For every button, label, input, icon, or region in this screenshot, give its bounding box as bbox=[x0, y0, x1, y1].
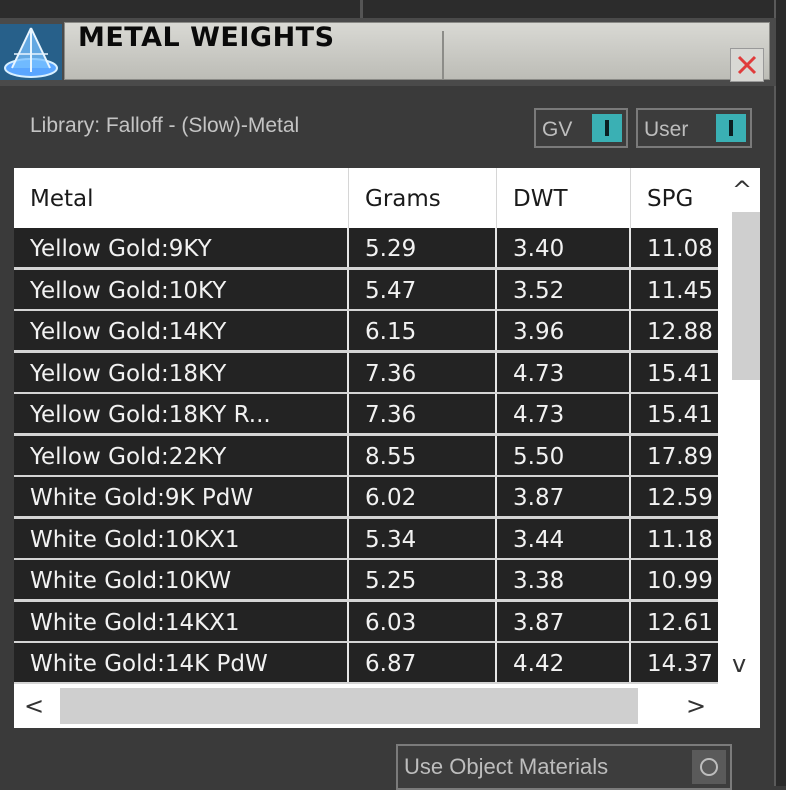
spg-cell: 12.61 bbox=[647, 610, 713, 636]
dwt-cell: 3.44 bbox=[497, 519, 631, 558]
spg-cell: 11.18 bbox=[647, 527, 713, 553]
scroll-down-icon[interactable]: v bbox=[732, 652, 746, 676]
table-row[interactable]: Yellow Gold:9KY 5.29 3.40 11.08 bbox=[14, 228, 718, 267]
metal-cell: White Gold:14KX1 bbox=[14, 602, 349, 641]
circle-icon bbox=[700, 758, 718, 776]
vertical-scroll-thumb[interactable] bbox=[732, 212, 760, 380]
dwt-cell: 3.40 bbox=[497, 228, 631, 267]
column-header-spg[interactable]: SPG bbox=[631, 168, 718, 228]
grams-cell: 5.25 bbox=[349, 560, 497, 599]
window-right-edge bbox=[776, 0, 786, 786]
dwt-cell: 5.50 bbox=[497, 436, 631, 475]
column-header-grams[interactable]: Grams bbox=[349, 168, 497, 228]
spg-cell: 11.45 bbox=[647, 278, 713, 304]
use-object-materials-toggle[interactable]: Use Object Materials bbox=[396, 744, 732, 790]
user-toggle-label: User bbox=[644, 118, 689, 141]
table-row[interactable]: Yellow Gold:18KY R... 7.36 4.73 15.41 bbox=[14, 394, 718, 433]
grams-cell: 7.36 bbox=[349, 394, 497, 433]
metal-cell: Yellow Gold:22KY bbox=[14, 436, 349, 475]
gv-toggle-switch[interactable] bbox=[592, 114, 622, 142]
table-row[interactable]: Yellow Gold:22KY 8.55 5.50 17.89 bbox=[14, 436, 718, 475]
spg-cell: 15.41 bbox=[647, 402, 713, 428]
spg-cell: 15.41 bbox=[647, 361, 713, 387]
metal-weights-table: Metal Grams DWT SPG Yellow Gold:9KY 5.29 3… bbox=[14, 168, 760, 728]
table-row[interactable]: White Gold:10KX1 5.34 3.44 11.18 bbox=[14, 519, 718, 558]
grams-cell: 6.15 bbox=[349, 311, 497, 350]
metal-cell: Yellow Gold:10KY bbox=[14, 270, 349, 309]
close-button[interactable] bbox=[730, 48, 764, 82]
table-row[interactable]: White Gold:9K PdW 6.02 3.87 12.59 bbox=[14, 477, 718, 516]
grams-cell: 6.87 bbox=[349, 643, 497, 682]
dwt-cell: 4.42 bbox=[497, 643, 631, 682]
metal-cell: White Gold:10KW bbox=[14, 560, 349, 599]
spg-cell: 12.59 bbox=[647, 485, 713, 511]
spg-cell: 11.08 bbox=[647, 236, 713, 262]
scroll-up-icon[interactable]: ^ bbox=[732, 178, 752, 202]
grams-cell: 6.02 bbox=[349, 477, 497, 516]
user-toggle-switch[interactable] bbox=[716, 114, 746, 142]
metal-cell: Yellow Gold:14KY bbox=[14, 311, 349, 350]
dwt-cell: 3.96 bbox=[497, 311, 631, 350]
grams-cell: 7.36 bbox=[349, 353, 497, 392]
title-separator bbox=[442, 31, 444, 79]
metal-cell: Yellow Gold:9KY bbox=[14, 228, 349, 267]
metal-cell: White Gold:14K PdW bbox=[14, 643, 349, 682]
spg-cell: 10.99 bbox=[647, 568, 713, 594]
library-label: Library: Falloff - (Slow)-Metal bbox=[30, 114, 300, 137]
table-header: Metal Grams DWT SPG bbox=[14, 168, 718, 228]
scroll-left-icon[interactable]: < bbox=[24, 694, 44, 718]
metal-weights-app-icon bbox=[0, 24, 62, 80]
scroll-right-icon[interactable]: > bbox=[686, 694, 706, 718]
window-top-edge bbox=[0, 0, 786, 18]
dwt-cell: 4.73 bbox=[497, 353, 631, 392]
table-row[interactable]: Yellow Gold:14KY 6.15 3.96 12.88 bbox=[14, 311, 718, 350]
window-top-divider bbox=[360, 0, 363, 18]
use-object-materials-switch[interactable] bbox=[692, 750, 726, 784]
table-body: Yellow Gold:9KY 5.29 3.40 11.08 Yellow Gold:… bbox=[14, 228, 718, 684]
metal-cell: White Gold:9K PdW bbox=[14, 477, 349, 516]
grams-cell: 6.03 bbox=[349, 602, 497, 641]
vertical-scrollbar[interactable]: ^ v bbox=[718, 168, 760, 684]
dwt-cell: 3.87 bbox=[497, 477, 631, 516]
table-row[interactable]: Yellow Gold:10KY 5.47 3.52 11.45 bbox=[14, 270, 718, 309]
column-header-dwt[interactable]: DWT bbox=[497, 168, 631, 228]
gv-toggle-label: GV bbox=[542, 118, 573, 141]
table-row[interactable]: White Gold:10KW 5.25 3.38 10.99 bbox=[14, 560, 718, 599]
horizontal-scrollbar[interactable]: < > bbox=[14, 684, 760, 728]
table-row[interactable]: White Gold:14KX1 6.03 3.87 12.61 bbox=[14, 602, 718, 641]
metal-cell: Yellow Gold:18KY bbox=[14, 353, 349, 392]
grams-cell: 5.29 bbox=[349, 228, 497, 267]
spg-cell: 14.37 bbox=[647, 651, 713, 677]
spg-cell: 17.89 bbox=[647, 444, 713, 470]
dwt-cell: 4.73 bbox=[497, 394, 631, 433]
user-toggle[interactable]: User bbox=[636, 108, 752, 148]
title-bar[interactable]: METAL WEIGHTS bbox=[0, 18, 776, 86]
dwt-cell: 3.38 bbox=[497, 560, 631, 599]
metal-cell: Yellow Gold:18KY R... bbox=[14, 394, 349, 433]
dwt-cell: 3.52 bbox=[497, 270, 631, 309]
close-icon bbox=[737, 55, 757, 75]
metal-cell: White Gold:10KX1 bbox=[14, 519, 349, 558]
horizontal-scroll-thumb[interactable] bbox=[60, 688, 638, 724]
column-header-metal[interactable]: Metal bbox=[14, 168, 349, 228]
gv-toggle[interactable]: GV bbox=[534, 108, 628, 148]
window-title: METAL WEIGHTS bbox=[78, 22, 335, 53]
use-object-materials-label: Use Object Materials bbox=[404, 754, 609, 779]
grams-cell: 5.34 bbox=[349, 519, 497, 558]
dwt-cell: 3.87 bbox=[497, 602, 631, 641]
grams-cell: 8.55 bbox=[349, 436, 497, 475]
grams-cell: 5.47 bbox=[349, 270, 497, 309]
spg-cell: 12.88 bbox=[647, 319, 713, 345]
table-row[interactable]: Yellow Gold:18KY 7.36 4.73 15.41 bbox=[14, 353, 718, 392]
table-row[interactable]: White Gold:14K PdW 6.87 4.42 14.37 bbox=[14, 643, 718, 682]
